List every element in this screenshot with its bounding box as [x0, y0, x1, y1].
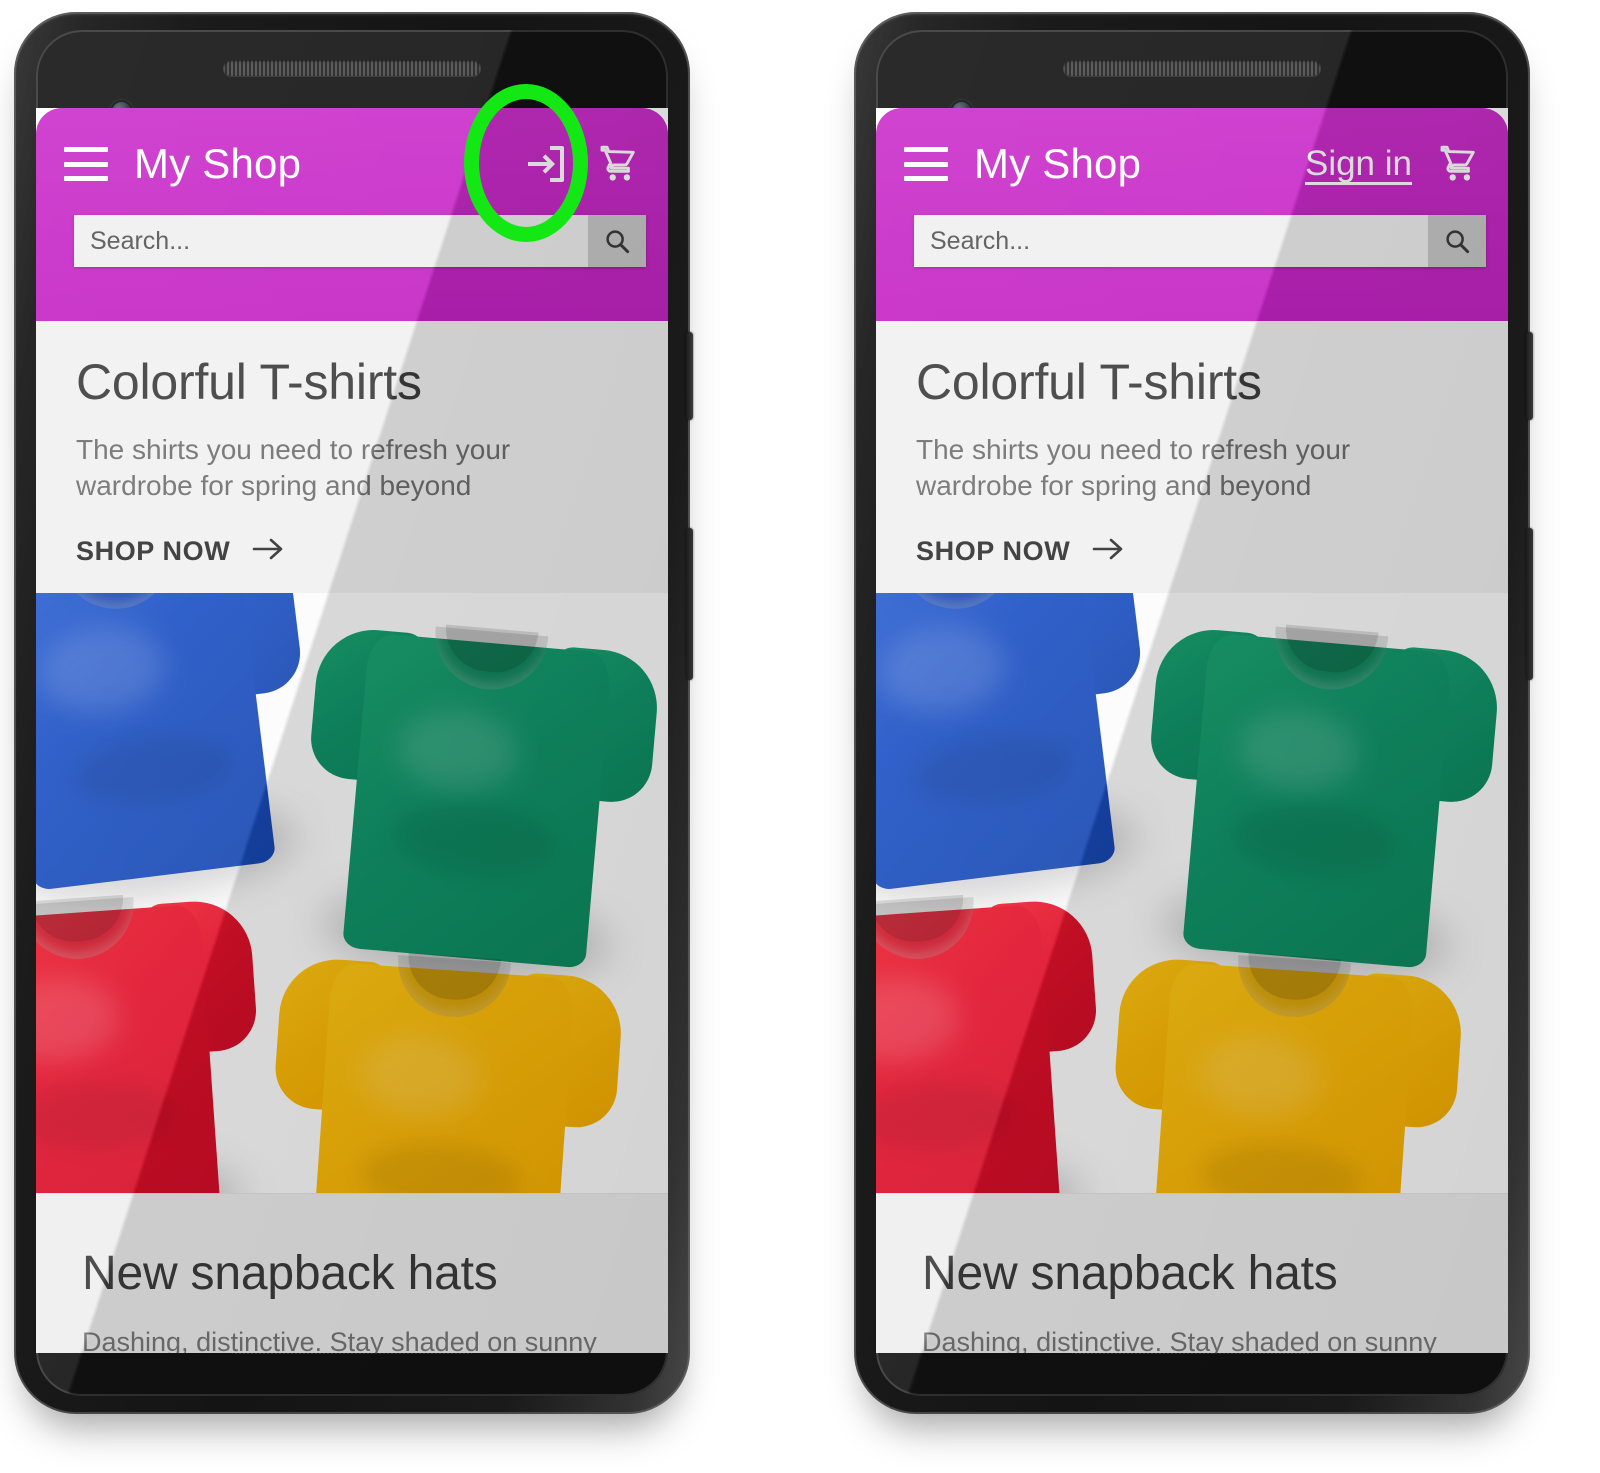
- hero-product-image: [876, 592, 1508, 1193]
- tshirt-blue: [876, 592, 1166, 914]
- app-brand-title: My Shop: [974, 140, 1142, 187]
- earpiece-speaker-icon: [1063, 60, 1321, 76]
- search-input[interactable]: [74, 215, 588, 267]
- search-button[interactable]: [1428, 215, 1486, 267]
- power-button[interactable]: [686, 332, 693, 420]
- power-button[interactable]: [1526, 332, 1533, 420]
- tshirt-red: [876, 860, 1111, 1193]
- search-bar[interactable]: [74, 215, 646, 267]
- arrow-right-icon: [252, 536, 286, 567]
- phone-mockup-after: My Shop Sign in Search... Colorful T-shi…: [842, 8, 1542, 1438]
- shopping-cart-icon[interactable]: [594, 138, 646, 190]
- hamburger-menu-icon[interactable]: [904, 147, 948, 181]
- phone-mockup-before: My Shop Search... Colorful T-shirts The …: [2, 8, 702, 1438]
- phone-screen-before: My Shop Search... Colorful T-shirts The …: [36, 108, 668, 1353]
- app-brand-title: My Shop: [134, 140, 302, 187]
- second-card-subtitle: Dashing, distinctive. Stay shaded on sun…: [922, 1326, 1437, 1353]
- page-content: Colorful T-shirts The shirts you need to…: [876, 321, 1508, 1353]
- second-card: New snapback hats Dashing, distinctive. …: [36, 1192, 668, 1353]
- volume-rocker-button[interactable]: [686, 528, 693, 680]
- second-card: New snapback hats Dashing, distinctive. …: [876, 1192, 1508, 1353]
- arrow-right-icon: [1092, 536, 1126, 567]
- phone-front-face: My Shop Sign in Search... Colorful T-shi…: [876, 30, 1508, 1396]
- app-bar: My Shop Sign in: [876, 108, 1508, 321]
- second-card-title: New snapback hats: [922, 1246, 1338, 1300]
- search-button[interactable]: [588, 215, 646, 267]
- phone-front-face: My Shop Search... Colorful T-shirts The …: [36, 30, 668, 1396]
- app-bar: My Shop: [36, 108, 668, 321]
- shop-now-label: SHOP NOW: [916, 535, 1071, 566]
- phone-body: My Shop Sign in Search... Colorful T-shi…: [854, 12, 1533, 1414]
- shop-now-button[interactable]: SHOP NOW: [36, 504, 668, 593]
- shop-now-label: SHOP NOW: [76, 535, 231, 566]
- hero-title: Colorful T-shirts: [76, 354, 422, 410]
- hero-card: Colorful T-shirts The shirts you need to…: [36, 321, 668, 1193]
- search-bar[interactable]: [914, 215, 1486, 267]
- hero-subtitle: The shirts you need to refresh your ward…: [76, 434, 511, 501]
- volume-rocker-button[interactable]: [1526, 528, 1533, 680]
- search-input[interactable]: [914, 215, 1428, 267]
- tshirt-red: [36, 860, 271, 1193]
- tshirt-yellow: [261, 918, 627, 1193]
- exit-to-app-login-icon[interactable]: [520, 138, 572, 190]
- comparison-figure: My Shop Search... Colorful T-shirts The …: [0, 0, 1600, 1473]
- second-card-subtitle: Dashing, distinctive. Stay shaded on sun…: [82, 1326, 597, 1353]
- tshirt-yellow: [1101, 918, 1467, 1193]
- page-content: Colorful T-shirts The shirts you need to…: [36, 321, 668, 1353]
- hero-title: Colorful T-shirts: [916, 354, 1262, 410]
- hero-subtitle: The shirts you need to refresh your ward…: [916, 434, 1351, 501]
- shop-now-button[interactable]: SHOP NOW: [876, 504, 1508, 593]
- tshirt-blue: [36, 592, 326, 914]
- sign-in-link[interactable]: Sign in: [1305, 144, 1412, 184]
- tshirt-green: [1133, 593, 1505, 991]
- tshirt-green: [293, 593, 665, 991]
- hamburger-menu-icon[interactable]: [64, 147, 108, 181]
- shopping-cart-icon[interactable]: [1434, 138, 1486, 190]
- hero-product-image: [36, 592, 668, 1193]
- hero-card: Colorful T-shirts The shirts you need to…: [876, 321, 1508, 1193]
- phone-screen-after: My Shop Sign in Search... Colorful T-shi…: [876, 108, 1508, 1353]
- earpiece-speaker-icon: [223, 60, 481, 76]
- second-card-title: New snapback hats: [82, 1246, 498, 1300]
- phone-body: My Shop Search... Colorful T-shirts The …: [14, 12, 693, 1414]
